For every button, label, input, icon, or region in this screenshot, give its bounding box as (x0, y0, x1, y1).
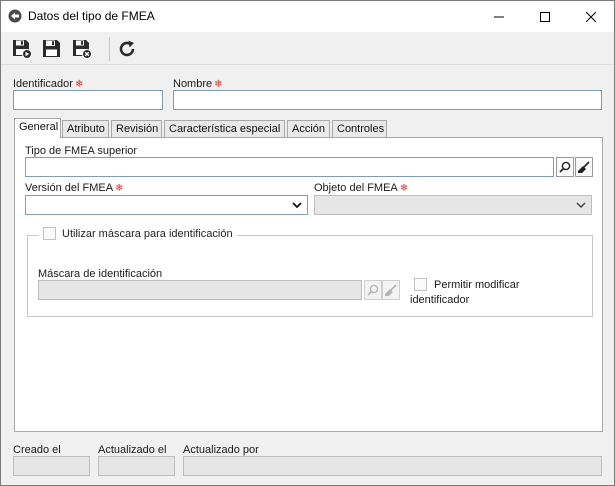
mask-search-button[interactable] (364, 280, 382, 300)
refresh-icon (119, 40, 135, 57)
tab-caracteristica-especial[interactable]: Característica especial (164, 120, 285, 137)
refresh-button[interactable] (115, 37, 139, 61)
save-new-icon (13, 40, 32, 59)
nombre-label-text: Nombre (173, 78, 213, 90)
mask-label: Máscara de identificación (38, 268, 163, 280)
search-icon (559, 161, 571, 173)
save-close-icon (73, 40, 92, 59)
objeto-select[interactable] (314, 195, 592, 215)
fmea-type-dialog: Datos del tipo de FMEA Identificador ❄ N… (0, 0, 615, 486)
toolbar-separator (109, 37, 110, 61)
maximize-icon (540, 11, 550, 22)
permitir-label-line2: identificador (410, 294, 470, 306)
tipo-superior-label: Tipo de FMEA superior (25, 145, 138, 157)
required-icon: ❄ (74, 79, 84, 90)
version-label-text: Versión del FMEA (25, 182, 114, 194)
window-title: Datos del tipo de FMEA (28, 9, 155, 23)
save-icon (43, 40, 60, 57)
mask-input[interactable] (38, 280, 362, 300)
version-select[interactable] (25, 195, 308, 215)
objeto-label-text: Objeto del FMEA (314, 182, 398, 194)
creado-field (13, 456, 90, 476)
maximize-button[interactable] (522, 1, 568, 32)
nombre-label: Nombre ❄ (173, 78, 223, 90)
chevron-down-icon (576, 202, 586, 209)
permitir-checkbox[interactable] (414, 278, 427, 291)
actualizado-el-label: Actualizado el (98, 444, 167, 456)
broom-icon (578, 161, 590, 173)
mask-checkbox[interactable] (43, 227, 56, 240)
minimize-button[interactable] (476, 1, 522, 32)
clear-button[interactable] (575, 157, 593, 177)
chevron-down-icon (292, 202, 302, 209)
tab-accion[interactable]: Acción (287, 120, 330, 137)
actualizado-por-label: Actualizado por (183, 444, 259, 456)
save-button[interactable] (40, 37, 64, 61)
toolbar (1, 32, 614, 65)
creado-label: Creado el (13, 444, 61, 456)
close-icon (586, 11, 596, 22)
identificador-label: Identificador ❄ (13, 78, 83, 90)
tipo-superior-input[interactable] (25, 157, 554, 177)
objeto-label: Objeto del FMEA ❄ (314, 182, 408, 194)
identificador-input[interactable] (13, 90, 163, 110)
mask-checkbox-label: Utilizar máscara para identificación (62, 227, 233, 240)
identificador-label-text: Identificador (13, 78, 73, 90)
title-bar: Datos del tipo de FMEA (1, 1, 614, 32)
required-icon: ❄ (399, 183, 409, 194)
actualizado-el-field (98, 456, 175, 476)
required-icon: ❄ (115, 183, 124, 194)
version-label: Versión del FMEA ❄ (25, 182, 123, 194)
search-button[interactable] (556, 157, 574, 177)
minimize-icon (494, 16, 504, 17)
broom-icon (385, 284, 397, 296)
tab-controles[interactable]: Controles (332, 120, 387, 137)
tab-general[interactable]: General (14, 118, 61, 138)
required-icon: ❄ (214, 79, 223, 90)
app-globe-icon (8, 9, 22, 23)
nombre-input[interactable] (173, 90, 602, 110)
mask-group-legend: Utilizar máscara para identificación (39, 227, 237, 240)
save-and-close-button[interactable] (70, 37, 94, 61)
permitir-label-line1: Permitir modificar (434, 279, 520, 291)
mask-clear-button[interactable] (382, 280, 400, 300)
close-button[interactable] (568, 1, 614, 32)
save-and-new-button[interactable] (10, 37, 34, 61)
tab-atributo[interactable]: Atributo (62, 120, 109, 137)
tab-revision[interactable]: Revisión (111, 120, 162, 137)
actualizado-por-field (183, 456, 602, 476)
search-icon (367, 284, 379, 296)
